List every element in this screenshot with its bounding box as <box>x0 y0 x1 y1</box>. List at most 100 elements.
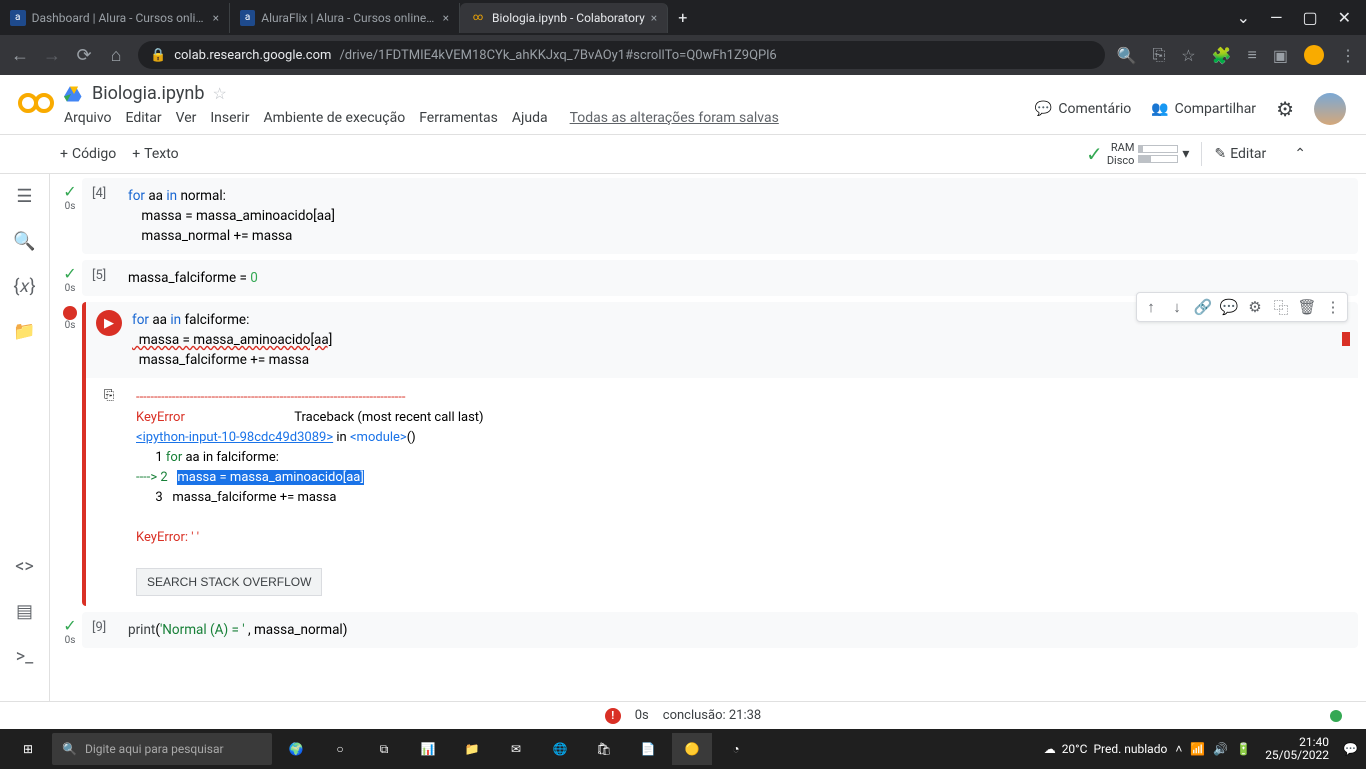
code-icon[interactable]: <> <box>15 556 34 577</box>
menu-inserir[interactable]: Inserir <box>210 110 249 126</box>
app-notes[interactable]: 📄 <box>628 733 668 765</box>
code-cell[interactable]: ✓0s [5] massa_falciforme = 0 <box>58 260 1358 296</box>
app-mail[interactable]: ✉ <box>496 733 536 765</box>
maximize-icon[interactable]: ▢ <box>1302 8 1317 27</box>
add-code-button[interactable]: + Código <box>60 146 116 162</box>
move-down-icon[interactable]: ↓ <box>1165 295 1189 319</box>
snippets-icon[interactable]: ▤ <box>16 601 33 622</box>
share-icon[interactable]: ⎘ <box>1152 45 1165 65</box>
wifi-icon[interactable]: 📶 <box>1190 742 1205 756</box>
resources-widget[interactable]: ✓ RAMDisco ▾ <box>1086 141 1189 167</box>
minimize-icon[interactable]: — <box>1270 8 1283 27</box>
back-icon[interactable]: ← <box>10 45 30 66</box>
close-window-icon[interactable]: ✕ <box>1338 8 1351 27</box>
taskbar-search[interactable]: 🔍 Digite aqui para pesquisar <box>52 733 272 765</box>
exec-time: 0s <box>65 635 76 646</box>
menu-ferramentas[interactable]: Ferramentas <box>419 110 498 126</box>
chevron-down-icon[interactable]: ▾ <box>1182 146 1189 162</box>
code-content[interactable]: massa_falciforme = 0 <box>128 268 1348 288</box>
new-tab-button[interactable]: + <box>668 8 697 27</box>
comment-button[interactable]: 💬Comentário <box>1035 101 1131 117</box>
tray-chevron-icon[interactable]: ˄ <box>1175 742 1182 756</box>
mirror-icon[interactable]: ⿻ <box>1269 295 1293 319</box>
close-icon[interactable]: × <box>651 11 657 25</box>
notebook-title[interactable]: Biologia.ipynb <box>92 83 204 104</box>
app-powerbi[interactable]: 📊 <box>408 733 448 765</box>
edit-button[interactable]: ✎ Editar <box>1214 146 1266 162</box>
start-button[interactable]: ⊞ <box>8 733 48 765</box>
error-marker <box>1342 332 1350 346</box>
app-explorer[interactable]: 📁 <box>452 733 492 765</box>
chevron-down-icon[interactable]: ⌄ <box>1237 8 1250 27</box>
close-icon[interactable]: × <box>443 11 449 25</box>
menu-ajuda[interactable]: Ajuda <box>512 110 548 126</box>
connection-status-icon <box>1330 710 1342 722</box>
code-content[interactable]: for aa in normal: massa = massa_aminoaci… <box>128 186 1348 246</box>
home-icon[interactable]: ⌂ <box>106 45 126 66</box>
profile-icon[interactable] <box>1304 45 1324 65</box>
panel-icon[interactable]: ▣ <box>1273 46 1288 65</box>
add-text-button[interactable]: + Texto <box>132 146 178 162</box>
cortana-icon[interactable]: ○ <box>320 733 360 765</box>
weather-widget[interactable]: ☁ 20°C Pred. nublado <box>1044 742 1168 756</box>
delete-icon[interactable]: 🗑 <box>1295 295 1319 319</box>
volume-icon[interactable]: 🔊 <box>1213 742 1228 756</box>
search-stackoverflow-button[interactable]: SEARCH STACK OVERFLOW <box>136 568 322 596</box>
url-input[interactable]: 🔒 colab.research.google.com/drive/1FDTMI… <box>138 41 1105 69</box>
files-icon[interactable]: 📁 <box>13 321 35 342</box>
move-up-icon[interactable]: ↑ <box>1139 295 1163 319</box>
collapse-icon[interactable]: ⌃ <box>1294 146 1306 162</box>
extension-icon[interactable]: 🧩 <box>1212 46 1232 65</box>
code-cell[interactable]: ✓0s [9] print('Normal (A) = ' , massa_no… <box>58 612 1358 648</box>
cell-toolbar: ↑ ↓ 🔗 💬 ⚙ ⿻ 🗑 ⋮ <box>1136 292 1348 322</box>
menu-icon[interactable]: ⋮ <box>1340 46 1356 65</box>
traceback-link[interactable]: <ipython-input-10-98cdc49d3089> <box>136 430 333 445</box>
output-toggle-icon[interactable]: ⎘ <box>104 388 114 403</box>
battery-icon[interactable]: 🔋 <box>1236 742 1251 756</box>
star-icon[interactable]: ☆ <box>1181 46 1195 65</box>
colab-logo <box>16 83 56 123</box>
menu-ver[interactable]: Ver <box>176 110 197 126</box>
browser-tab[interactable]: a Dashboard | Alura - Cursos onlin... × <box>0 3 230 33</box>
gear-icon[interactable]: ⚙ <box>1243 295 1267 319</box>
notifications-icon[interactable]: 💬 <box>1343 742 1358 756</box>
zoom-icon[interactable]: 🔍 <box>1117 46 1137 65</box>
browser-tab[interactable]: a AluraFlix | Alura - Cursos online d...… <box>230 3 460 33</box>
close-icon[interactable]: × <box>213 11 219 25</box>
variables-icon[interactable]: {𝑥} <box>13 276 35 297</box>
menu-editar[interactable]: Editar <box>126 110 162 126</box>
code-content[interactable]: print('Normal (A) = ' , massa_normal) <box>128 620 1348 640</box>
app-eclipse[interactable]: ◔ <box>716 733 756 765</box>
reload-icon[interactable]: ⟳ <box>74 45 94 66</box>
settings-icon[interactable]: ⚙ <box>1276 97 1294 121</box>
forward-icon[interactable]: → <box>42 45 62 66</box>
terminal-icon[interactable]: >_ <box>16 646 34 667</box>
link-icon[interactable]: 🔗 <box>1191 295 1215 319</box>
menu-ambiente[interactable]: Ambiente de execução <box>263 110 405 126</box>
avatar[interactable] <box>1314 93 1346 125</box>
comment-icon[interactable]: 💬 <box>1217 295 1241 319</box>
app-store[interactable]: 🛍 <box>584 733 624 765</box>
address-bar: ← → ⟳ ⌂ 🔒 colab.research.google.com/driv… <box>0 35 1366 75</box>
exec-time: 0s <box>65 283 76 294</box>
code-cell[interactable]: ✓0s [4] for aa in normal: massa = massa_… <box>58 178 1358 254</box>
error-badge[interactable]: ! <box>605 708 621 724</box>
reading-list-icon[interactable]: ≡ <box>1248 45 1257 65</box>
toc-icon[interactable]: ☰ <box>16 186 32 207</box>
menu-arquivo[interactable]: Arquivo <box>64 110 112 126</box>
clock[interactable]: 21:40 25/05/2022 <box>1259 736 1335 762</box>
app-chrome[interactable]: 🟡 <box>672 733 712 765</box>
exec-count: [5] <box>92 268 128 288</box>
status-bar: ! 0s conclusão: 21:38 <box>0 701 1366 729</box>
more-icon[interactable]: ⋮ <box>1321 295 1345 319</box>
star-icon[interactable]: ☆ <box>212 84 226 103</box>
run-button[interactable]: ▶ <box>96 310 122 336</box>
browser-tab-strip: a Dashboard | Alura - Cursos onlin... × … <box>0 0 1366 35</box>
code-cell-active[interactable]: 0s ▶ for aa in falciforme: massa = massa… <box>58 302 1358 606</box>
app-edge[interactable]: 🌐 <box>540 733 580 765</box>
notebook-area[interactable]: ✓0s [4] for aa in normal: massa = massa_… <box>50 174 1366 701</box>
share-button[interactable]: 👥Compartilhar <box>1151 101 1256 117</box>
search-icon[interactable]: 🔍 <box>13 231 35 252</box>
taskview-icon[interactable]: ⧉ <box>364 733 404 765</box>
browser-tab-active[interactable]: ∞ Biologia.ipynb - Colaboratory × <box>460 3 668 33</box>
